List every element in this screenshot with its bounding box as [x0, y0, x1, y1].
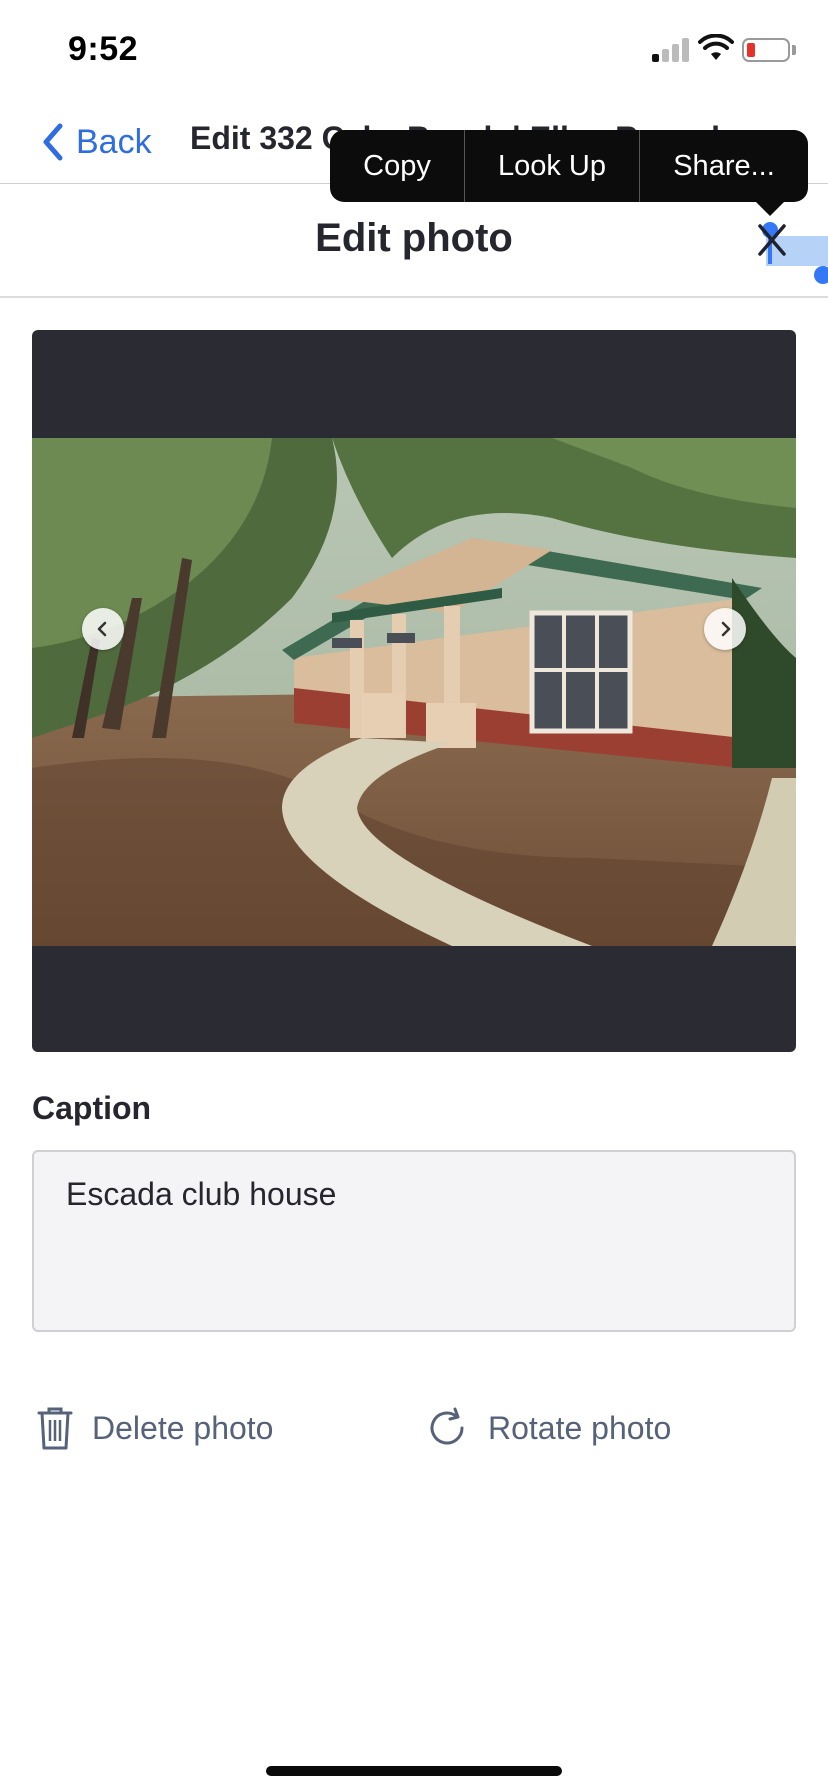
back-label: Back	[76, 122, 152, 161]
rotate-icon	[430, 1407, 464, 1445]
context-menu-pointer	[754, 200, 786, 216]
status-time: 9:52	[68, 30, 139, 68]
rotate-photo-label: Rotate photo	[488, 1409, 672, 1446]
menu-item-copy[interactable]: Copy	[330, 130, 464, 202]
wifi-icon	[698, 34, 734, 60]
text-context-menu: Copy Look Up Share...	[330, 130, 808, 202]
chevron-left-icon	[43, 123, 63, 161]
back-button[interactable]: Back	[38, 118, 152, 166]
signal-icon	[652, 38, 690, 62]
property-photo	[32, 438, 796, 946]
status-bar: 9:52	[0, 0, 828, 100]
chevron-left-icon	[97, 621, 107, 637]
menu-item-look-up[interactable]: Look Up	[465, 130, 639, 202]
trash-icon	[37, 1407, 73, 1450]
modal-title: Edit photo	[315, 216, 513, 260]
battery-nub	[792, 45, 796, 55]
photo-next-button[interactable]	[704, 608, 746, 650]
chevron-right-icon	[721, 621, 731, 637]
battery-low-icon	[742, 38, 790, 62]
photo-frame	[32, 330, 796, 1052]
photo-prev-button[interactable]	[82, 608, 124, 650]
rotate-photo-button[interactable]: Rotate photo	[424, 1400, 671, 1456]
selection-handle-end[interactable]	[814, 266, 828, 284]
modal-header: Edit photo	[0, 186, 828, 298]
menu-item-share[interactable]: Share...	[640, 130, 808, 202]
home-indicator[interactable]	[266, 1766, 562, 1776]
caption-input[interactable]: Escada club house	[32, 1150, 796, 1332]
delete-photo-label: Delete photo	[92, 1409, 274, 1446]
delete-photo-button[interactable]: Delete photo	[36, 1400, 273, 1456]
caption-label: Caption	[32, 1090, 152, 1126]
close-icon[interactable]	[752, 218, 792, 262]
